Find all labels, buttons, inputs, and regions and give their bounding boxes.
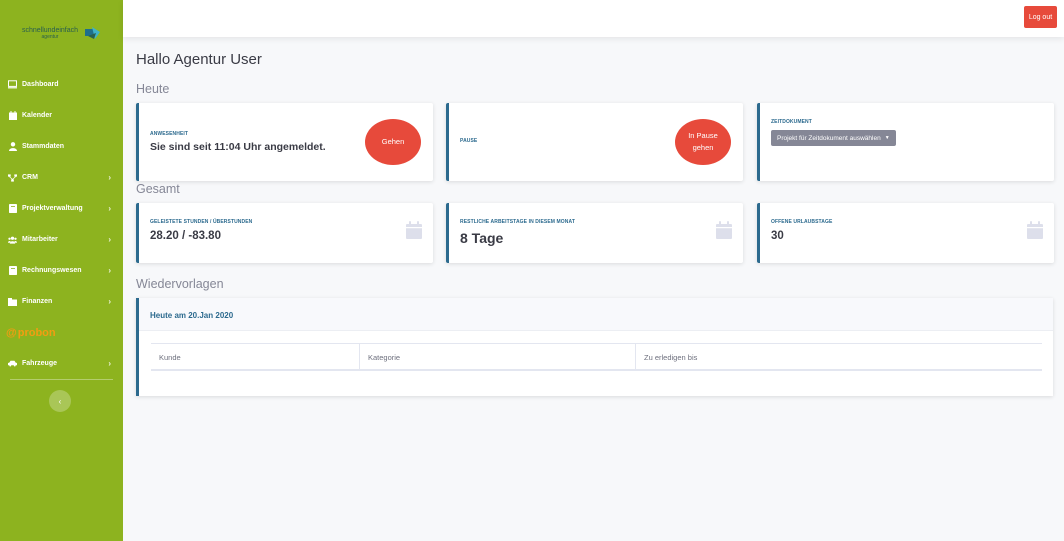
sidebar: schnellundeinfach agentur Dashboard Kale… [0,0,123,541]
sidebar-divider [10,379,113,380]
chevron-right-icon: › [108,173,111,182]
followups-card-header: Heute am 20.Jan 2020 [139,298,1053,331]
user-icon [8,142,17,151]
workdays-value: 8 Tage [460,230,504,246]
sidebar-item-fahrzeuge[interactable]: Fahrzeuge › [0,348,123,379]
attendance-status: Sie sind seit 11:04 Uhr angemeldet. [150,141,326,153]
network-icon [8,173,17,182]
start-pause-button[interactable]: In Pause gehen [675,119,731,165]
calendar-icon [406,221,422,239]
timedoc-label: Zeitdokument [771,119,812,125]
sidebar-item-rechnungswesen[interactable]: Rechnungswesen › [0,255,123,286]
hours-label: Geleistete Stunden / Überstunden [150,219,253,225]
sidebar-item-label: Stammdaten [22,143,65,150]
sidebar-item-label: Fahrzeuge [22,360,58,367]
section-heading-total: Gesamt [136,182,180,196]
folder-icon [8,297,17,306]
sidebar-item-label: Projektverwaltung [22,205,83,212]
book-icon [8,266,17,275]
clock-out-button[interactable]: Gehen [365,119,421,165]
chevron-right-icon: › [108,235,111,244]
sidebar-item-label: Kalender [22,112,52,119]
followups-table: Kunde Kategorie Zu erledigen bis [151,343,1042,371]
project-select[interactable]: Projekt für Zeitdokument auswählen ▼ [771,130,896,146]
sidebar-item-label: Rechnungswesen [22,267,82,274]
hours-value: 28.20 / -83.80 [150,230,221,242]
pause-card: Pause In Pause gehen [446,103,743,181]
vacation-card: Offene Urlaubstage 30 [757,203,1054,263]
sidebar-toggle-button[interactable]: ‹ [49,390,71,412]
sidebar-item-projektverwaltung[interactable]: Projektverwaltung › [0,193,123,224]
book-icon [8,204,17,213]
start-pause-line1: In Pause [688,131,718,140]
sidebar-item-label: Finanzen [22,298,53,305]
calendar-icon [716,221,732,239]
vacation-label: Offene Urlaubstage [771,219,833,225]
sidebar-item-mitarbeiter[interactable]: Mitarbeiter › [0,224,123,255]
project-select-value: Projekt für Zeitdokument auswählen [777,134,881,142]
probon-logo-icon: @ [6,326,17,339]
monitor-icon [8,80,17,89]
followups-card: Heute am 20.Jan 2020 Kunde Kategorie Zu … [136,298,1053,396]
sidebar-item-label: Mitarbeiter [22,236,58,243]
chevron-right-icon: › [108,297,111,306]
followups-date-title: Heute am 20.Jan 2020 [150,311,234,320]
logout-button[interactable]: Log out [1024,6,1057,28]
chevron-right-icon: › [108,359,111,368]
sidebar-item-dashboard[interactable]: Dashboard [0,69,123,100]
sidebar-item-stammdaten[interactable]: Stammdaten [0,131,123,162]
vacation-value: 30 [771,230,784,242]
sidebar-item-label: CRM [22,174,38,181]
sidebar-item-finanzen[interactable]: Finanzen › [0,286,123,317]
car-icon [8,359,17,368]
page-title: Hallo Agentur User [136,51,262,68]
hours-card: Geleistete Stunden / Überstunden 28.20 /… [136,203,433,263]
probon-label: probon [17,326,56,339]
column-header-kategorie[interactable]: Kategorie [359,344,635,370]
sidebar-item-label: Dashboard [22,81,59,88]
topbar: Log out [123,0,1064,37]
section-heading-today: Heute [136,82,170,96]
chevron-right-icon: › [108,204,111,213]
calendar-icon [1027,221,1043,239]
brand-sub: agentur [41,34,59,40]
attendance-card: Anwesenheit Sie sind seit 11:04 Uhr ange… [136,103,433,181]
brand-mark-icon [85,27,100,39]
start-pause-line2: gehen [692,143,714,152]
calendar-icon [8,111,17,120]
brand-logo[interactable]: schnellundeinfach agentur [0,22,123,48]
pause-label: Pause [460,138,478,144]
caret-down-icon: ▼ [884,135,890,141]
workdays-label: Restliche Arbeitstage in diesem Monat [460,219,575,225]
sidebar-nav: Dashboard Kalender Stammdaten CRM › Proj… [0,69,123,380]
attendance-label: Anwesenheit [150,131,189,137]
sidebar-item-kalender[interactable]: Kalender [0,100,123,131]
sidebar-item-probon[interactable]: @ probon [0,317,123,348]
chevron-right-icon: › [108,266,111,275]
users-icon [8,235,17,244]
column-header-kunde[interactable]: Kunde [151,344,359,370]
sidebar-item-crm[interactable]: CRM › [0,162,123,193]
column-header-zu-erledigen-bis[interactable]: Zu erledigen bis [635,344,1042,370]
chevron-left-icon: ‹ [58,396,62,406]
workdays-card: Restliche Arbeitstage in diesem Monat 8 … [446,203,743,263]
brand-name: schnellundeinfach [21,27,79,34]
timedoc-card: Zeitdokument Projekt für Zeitdokument au… [757,103,1054,181]
section-heading-followups: Wiedervorlagen [136,277,224,291]
